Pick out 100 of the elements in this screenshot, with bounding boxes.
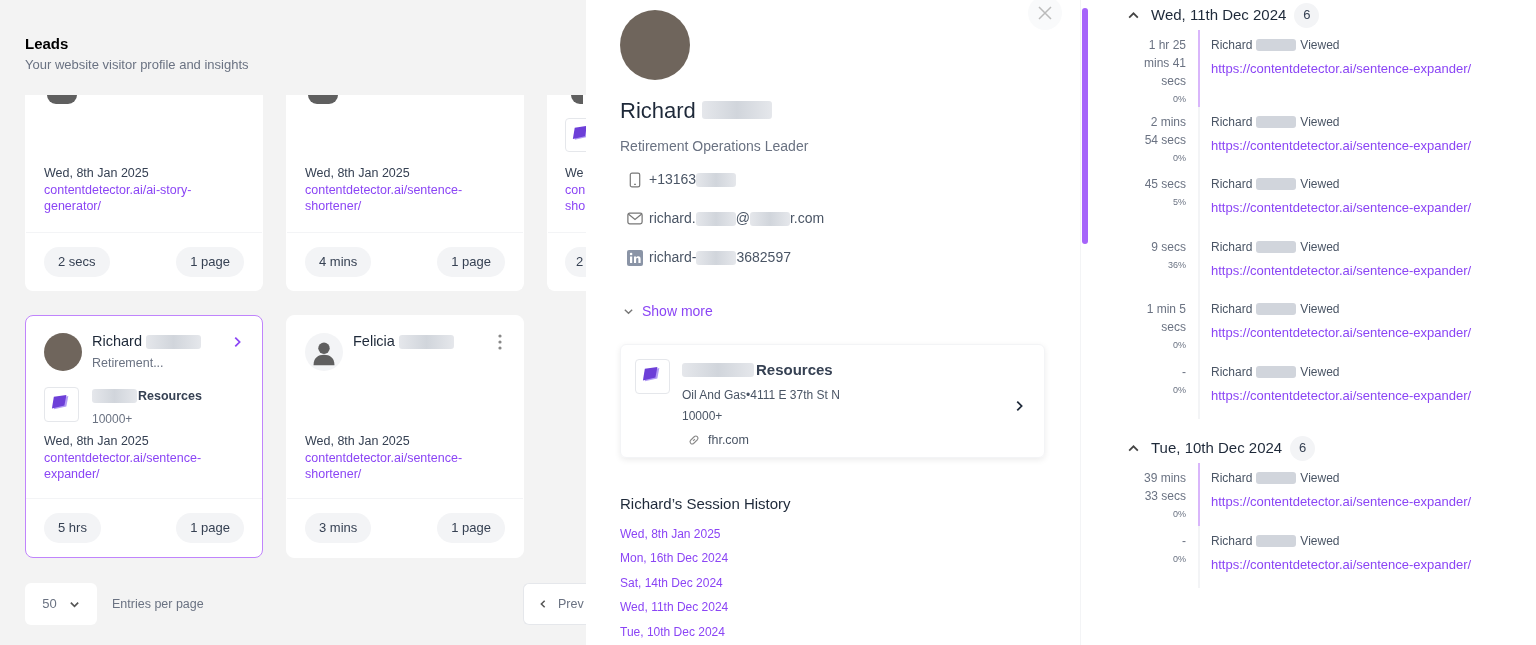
viewer-name: Richard — [1211, 363, 1253, 381]
view-duration: - — [1181, 363, 1186, 381]
session-date-link[interactable]: Sat, 14th Dec 2024 — [620, 570, 1045, 596]
blurred-block — [696, 172, 737, 187]
duration-pill: 4 mins — [305, 246, 372, 277]
previous-page-button[interactable]: Prev — [523, 583, 586, 625]
show-more-link[interactable]: Show more — [620, 301, 713, 322]
duration-pill: 2 — [565, 246, 586, 277]
duration-pill: 3 mins — [305, 513, 372, 543]
company-card[interactable]: Resources Oil And Gas•4111 E 37th St N 10000+ fhr.com — [620, 344, 1045, 458]
blurred-block — [1256, 303, 1297, 315]
contact-text: richard- — [649, 248, 697, 267]
count-badge: 6 — [1294, 2, 1320, 28]
per-page-label: Entries per page — [112, 595, 204, 613]
more-options-icon[interactable] — [498, 334, 502, 350]
scroll-percent: 36% — [1167, 258, 1186, 272]
pages-pill: 1 page — [176, 513, 244, 543]
viewed-page-link[interactable]: https://contentdetector.ai/sentence-expander/ — [1211, 492, 1472, 512]
blurred-block — [145, 335, 201, 349]
blurred-block — [695, 211, 736, 226]
page-link[interactable]: contentdetector.ai/sentence-shortener/ — [305, 450, 505, 482]
blurred-block — [1256, 178, 1297, 190]
contact-text: richard. — [649, 209, 696, 228]
visit-date: Wed, 8th Jan 2025 — [44, 165, 150, 182]
page-link[interactable]: contentdetector.ai/sentence-expander/ — [44, 450, 244, 482]
profile-name: Richard — [620, 96, 696, 125]
avatar-icon — [571, 95, 583, 104]
linkedin-icon — [626, 249, 643, 266]
visit-date: Wed, 8th Jan 2025 — [44, 433, 150, 450]
view-action: Viewed — [1300, 37, 1340, 54]
viewed-page-link[interactable]: https://contentdetector.ai/sentence-expander/ — [1211, 59, 1472, 79]
viewer-name: Richard — [1211, 532, 1253, 550]
group-date: Tue, 10th Dec 2024 — [1151, 437, 1283, 458]
company-details: Oil And Gas•4111 E 37th St N — [682, 386, 841, 404]
blurred-block — [92, 389, 137, 404]
viewed-page-link[interactable]: https://contentdetector.ai/sentence-expander/ — [1211, 385, 1472, 405]
viewer-name: Richard — [1211, 176, 1253, 193]
blurred-block — [1256, 240, 1297, 253]
contact-text: +13163 — [649, 170, 697, 189]
blurred-block — [701, 101, 772, 119]
company-name: Resources — [138, 387, 202, 405]
link-icon — [687, 432, 701, 447]
scrollbar-thumb[interactable] — [1082, 8, 1088, 244]
blurred-block — [1256, 534, 1297, 547]
count-badge: 6 — [1290, 435, 1316, 461]
viewed-page-link[interactable]: https://contentdetector.ai/sentence-expander/ — [1211, 260, 1472, 280]
view-duration: 1 hr 25 mins 41 secs — [1142, 37, 1186, 90]
viewer-name: Richard — [1211, 37, 1253, 54]
per-page-select[interactable]: 50 — [25, 583, 97, 625]
close-icon — [1037, 5, 1053, 21]
lead-name: Felicia — [353, 332, 395, 352]
lead-name: Richard — [92, 332, 142, 352]
view-action: Viewed — [1300, 238, 1340, 256]
company-size: 10000+ — [682, 407, 724, 425]
view-action: Viewed — [1300, 113, 1340, 131]
viewer-name: Richard — [1211, 238, 1253, 256]
scroll-percent: 0% — [1172, 151, 1186, 165]
blurred-block — [696, 250, 737, 265]
company-logo-icon — [44, 386, 79, 422]
viewed-page-link[interactable]: https://contentdetector.ai/sentence-expander/ — [1211, 323, 1472, 343]
view-action: Viewed — [1300, 301, 1340, 318]
lead-card[interactable]: Richard Retirement... Resources 10000+ Wed, 8th Jan 2025 contentdetector.ai/sentence-expander/ 5 hrs 1 page — [25, 315, 263, 558]
page-subtitle: Your website visitor profile and insights — [25, 56, 250, 73]
company-size: 10000+ — [92, 410, 134, 428]
scroll-percent: 0% — [1172, 383, 1186, 397]
avatar-icon — [47, 95, 77, 104]
lead-card[interactable]: We con sho 2 — [547, 95, 586, 291]
page-link[interactable]: contentdetector.ai/sentence-shortener/ — [305, 182, 505, 214]
scroll-percent: 0% — [1172, 552, 1186, 566]
session-date-link[interactable]: Mon, 16th Dec 2024 — [620, 546, 1045, 571]
scroll-percent: 0% — [1172, 93, 1186, 106]
blurred-block — [682, 363, 754, 378]
blurred-block — [1256, 365, 1297, 378]
lead-card[interactable]: Felicia Wed, 8th Jan 2025 contentdetector.ai/sentence-shortener/ 3 mins 1 page — [286, 315, 524, 558]
view-action: Viewed — [1300, 470, 1340, 487]
page-title: Leads — [25, 34, 70, 54]
phone-icon — [628, 171, 641, 188]
scroll-percent: 0% — [1172, 508, 1186, 521]
company-logo-icon — [635, 359, 670, 394]
viewed-page-link[interactable]: https://contentdetector.ai/sentence-expander/ — [1211, 135, 1472, 155]
company-name: Resources — [756, 360, 833, 380]
session-date-link[interactable]: Wed, 8th Jan 2025 — [620, 521, 1045, 547]
scroll-percent: 0% — [1172, 339, 1186, 352]
lead-card[interactable]: Wed, 8th Jan 2025 contentdetector.ai/ai-story-generator/ 2 secs 1 page — [25, 95, 263, 291]
page-link[interactable]: contentdetector.ai/ai-story-generator/ — [44, 182, 244, 214]
viewed-page-link[interactable]: https://contentdetector.ai/sentence-expander/ — [1211, 554, 1472, 574]
view-duration: 39 mins 33 secs — [1142, 470, 1186, 505]
pages-pill: 1 page — [176, 246, 244, 277]
chevron-down-icon — [623, 306, 634, 317]
viewed-page-link[interactable]: https://contentdetector.ai/sentence-expander/ — [1211, 198, 1472, 218]
lead-card[interactable]: Wed, 8th Jan 2025 contentdetector.ai/sentence-shortener/ 4 mins 1 page — [286, 95, 524, 291]
page-link[interactable]: con — [565, 182, 586, 198]
page-link[interactable]: sho — [565, 198, 586, 214]
session-history-title: Richard’s Session History — [620, 494, 792, 514]
company-website-link[interactable]: fhr.com — [708, 430, 749, 450]
avatar-icon — [308, 95, 338, 104]
view-action: Viewed — [1300, 532, 1340, 550]
view-duration: 1 min 5 secs — [1145, 301, 1186, 336]
session-date-link[interactable]: Wed, 11th Dec 2024 — [620, 595, 1045, 620]
session-date-link[interactable]: Tue, 10th Dec 2024 — [620, 619, 1045, 645]
